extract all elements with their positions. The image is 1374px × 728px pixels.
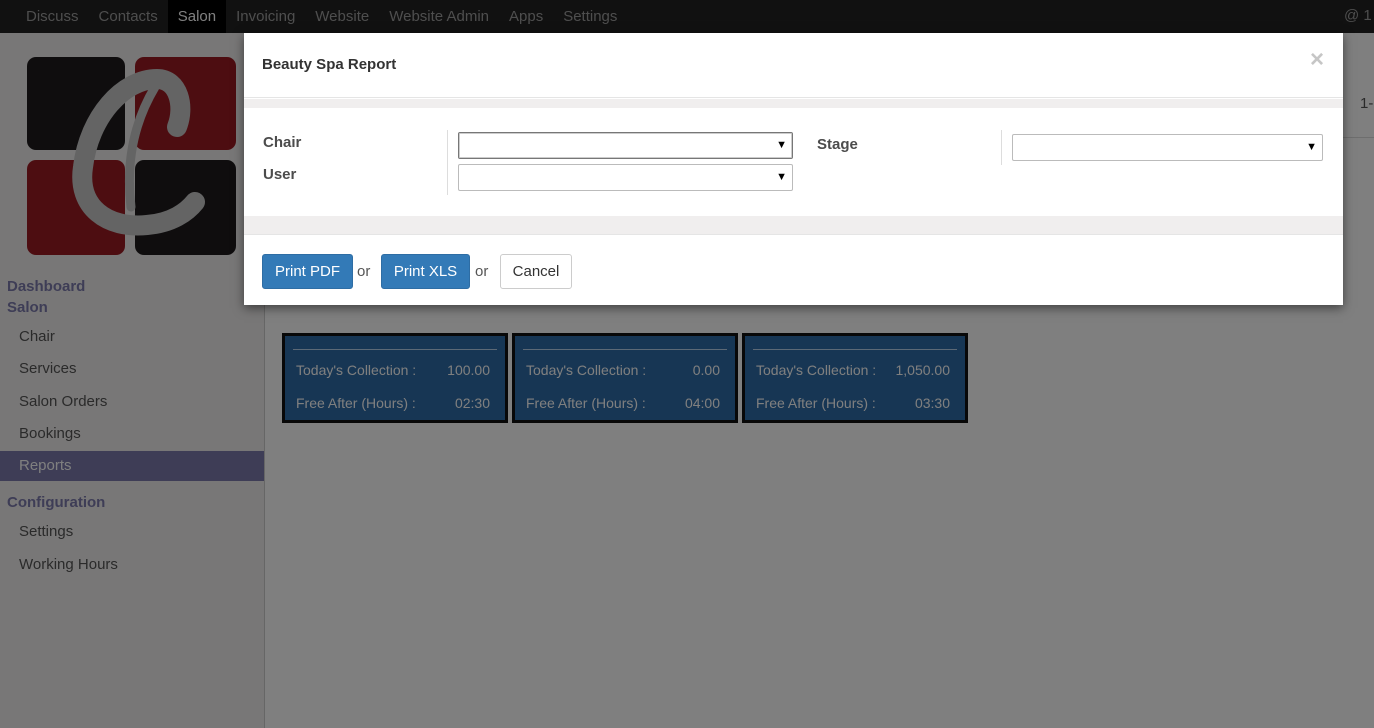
user-label: User bbox=[263, 166, 297, 183]
dialog-title: Beauty Spa Report bbox=[262, 56, 397, 73]
stage-label: Stage bbox=[817, 136, 858, 153]
chair-select[interactable]: ▼ bbox=[458, 132, 793, 159]
chair-label: Chair bbox=[263, 134, 302, 151]
close-icon[interactable]: × bbox=[1310, 48, 1324, 72]
dropdown-arrow-icon: ▼ bbox=[776, 171, 787, 183]
print-xls-button[interactable]: Print XLS bbox=[381, 254, 470, 289]
dropdown-arrow-icon: ▼ bbox=[1306, 141, 1317, 153]
dialog-footer: Print PDF or Print XLS or Cancel bbox=[244, 234, 1343, 305]
or-text: or bbox=[475, 263, 489, 280]
stage-select[interactable]: ▼ bbox=[1012, 134, 1323, 161]
print-pdf-button[interactable]: Print PDF bbox=[262, 254, 353, 289]
dialog-header: Beauty Spa Report × bbox=[244, 33, 1343, 98]
label-divider bbox=[447, 130, 448, 195]
form-sheet-top-band bbox=[244, 99, 1343, 108]
or-text: or bbox=[357, 263, 371, 280]
dropdown-arrow-icon: ▼ bbox=[776, 139, 787, 151]
cancel-button[interactable]: Cancel bbox=[500, 254, 572, 289]
label-divider bbox=[1001, 130, 1002, 165]
report-dialog: Beauty Spa Report × Chair User ▼ ▼ Stage… bbox=[244, 33, 1343, 305]
form-sheet-bottom-band bbox=[244, 216, 1343, 234]
user-select[interactable]: ▼ bbox=[458, 164, 793, 191]
